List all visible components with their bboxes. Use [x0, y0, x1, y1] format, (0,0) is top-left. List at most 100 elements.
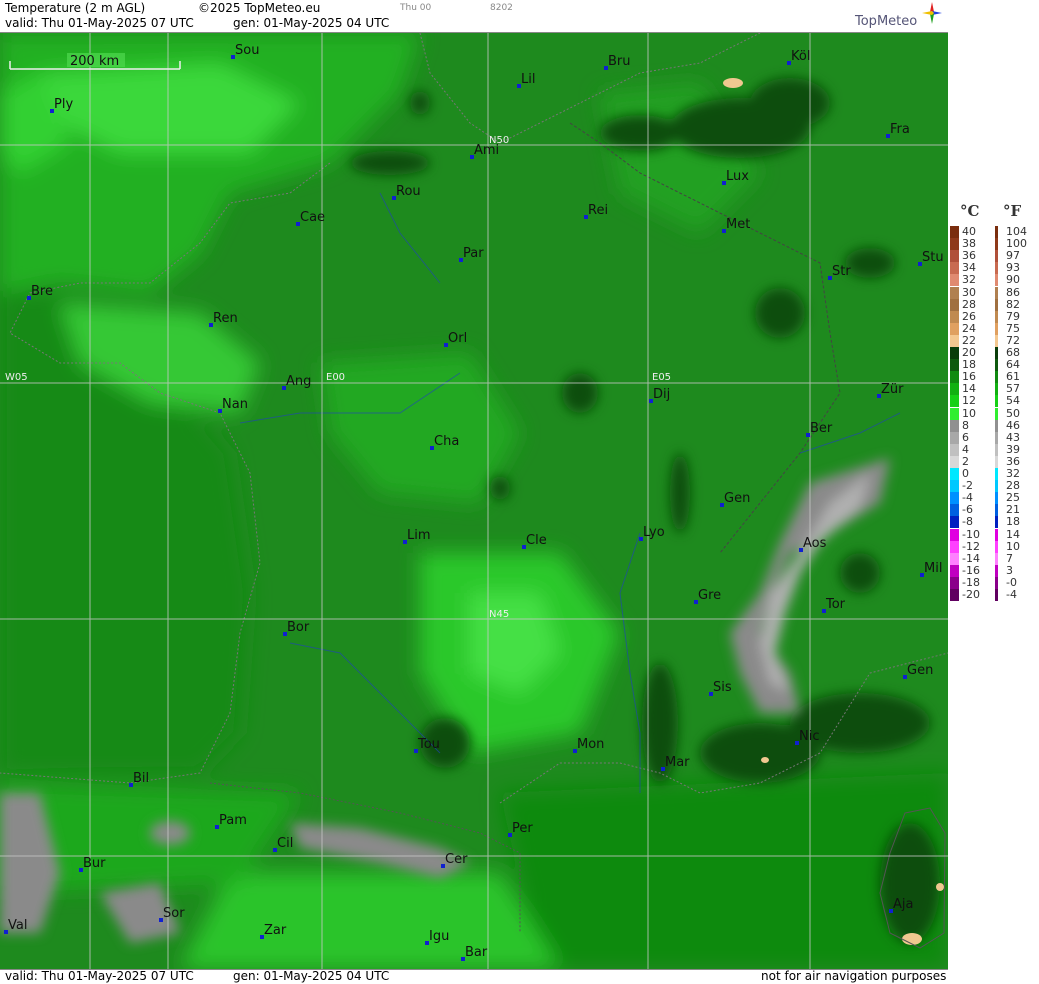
city-rei[interactable]: Rei: [584, 203, 608, 219]
city-sor[interactable]: Sor: [159, 906, 185, 922]
city-lim[interactable]: Lim: [403, 528, 431, 544]
city-ply[interactable]: Ply: [50, 97, 73, 113]
city-orl[interactable]: Orl: [444, 331, 467, 347]
city-mon[interactable]: Mon: [573, 737, 604, 753]
city-mil[interactable]: Mil: [920, 561, 942, 577]
city-kol[interactable]: Köl: [787, 49, 810, 65]
city-per[interactable]: Per: [508, 821, 533, 837]
svg-text:Bur: Bur: [83, 856, 106, 871]
disclaimer: not for air navigation purposes: [761, 969, 947, 983]
svg-text:Bil: Bil: [133, 771, 149, 786]
legend-swatch-f: [995, 577, 998, 589]
city-bru[interactable]: Bru: [604, 54, 631, 70]
svg-text:Stu: Stu: [922, 250, 944, 265]
city-sis[interactable]: Sis: [709, 680, 732, 696]
legend-label-fahrenheit: -4: [1006, 588, 1017, 601]
svg-text:Val: Val: [8, 918, 27, 933]
city-par[interactable]: Par: [459, 246, 484, 262]
city-cil[interactable]: Cil: [273, 836, 293, 852]
city-lyo[interactable]: Lyo: [639, 525, 665, 541]
legend-swatch-c: [950, 287, 959, 299]
legend-label-celsius: -8: [962, 515, 973, 528]
legend-swatch-c: [950, 250, 959, 262]
svg-text:Cha: Cha: [434, 434, 459, 449]
svg-text:Aos: Aos: [803, 536, 827, 551]
city-nan[interactable]: Nan: [218, 397, 248, 413]
city-val[interactable]: Val: [4, 918, 27, 934]
svg-text:Zür: Zür: [881, 382, 904, 397]
legend-swatch-f: [995, 323, 998, 335]
city-ami[interactable]: Ami: [470, 143, 499, 159]
svg-text:Cil: Cil: [277, 836, 293, 851]
map-title: Temperature (2 m AGL): [5, 1, 146, 15]
city-lux[interactable]: Lux: [722, 169, 749, 185]
city-bil[interactable]: Bil: [129, 771, 149, 787]
legend-swatch-c: [950, 553, 959, 565]
city-nic[interactable]: Nic: [795, 729, 819, 745]
legend-swatch-c: [950, 529, 959, 541]
run-code: 8202: [490, 3, 513, 13]
city-tou[interactable]: Tou: [414, 737, 440, 753]
city-aja[interactable]: Aja: [889, 897, 913, 913]
city-bor[interactable]: Bor: [283, 620, 310, 636]
city-bar[interactable]: Bar: [461, 945, 488, 961]
city-sou[interactable]: Sou: [231, 43, 259, 59]
city-igu[interactable]: Igu: [425, 929, 449, 945]
svg-text:Ang: Ang: [286, 374, 311, 389]
city-bre[interactable]: Bre: [27, 284, 53, 300]
footer-valid-time: valid: Thu 01-May-2025 07 UTC: [5, 969, 194, 983]
city-zar[interactable]: Zar: [260, 923, 287, 939]
city-fra[interactable]: Fra: [886, 122, 910, 138]
city-pam[interactable]: Pam: [215, 813, 247, 829]
city-cae[interactable]: Cae: [296, 210, 325, 226]
svg-text:Tor: Tor: [825, 597, 846, 612]
city-aos[interactable]: Aos: [799, 536, 827, 552]
legend-swatch-c: [950, 492, 959, 504]
svg-text:Pam: Pam: [219, 813, 247, 828]
svg-text:Sis: Sis: [713, 680, 732, 695]
city-tor[interactable]: Tor: [822, 597, 846, 613]
svg-text:Lyo: Lyo: [643, 525, 665, 540]
svg-text:Fra: Fra: [890, 122, 910, 137]
city-stu[interactable]: Stu: [918, 250, 944, 266]
temperature-legend: °C °F 40 104 38 100 36 97 34 93 32 90 30 86 28 82 26 79…: [948, 0, 1039, 983]
svg-text:Orl: Orl: [448, 331, 467, 346]
temperature-map[interactable]: W05 E00 E05 N50 N45 200 km Sou Ply Lil B…: [0, 33, 949, 969]
legend-swatch-f: [995, 444, 998, 456]
svg-text:Gen: Gen: [724, 491, 750, 506]
legend-swatch-f: [995, 299, 998, 311]
city-gre[interactable]: Gre: [694, 588, 721, 604]
svg-text:Ami: Ami: [474, 143, 499, 158]
legend-swatch-f: [995, 553, 998, 565]
svg-text:Mon: Mon: [577, 737, 604, 752]
city-ang[interactable]: Ang: [282, 374, 311, 390]
city-cha[interactable]: Cha: [430, 434, 459, 450]
legend-label-fahrenheit: 18: [1006, 515, 1020, 528]
legend-swatch-f: [995, 383, 998, 395]
legend-swatch-f: [995, 371, 998, 383]
legend-swatch-c: [950, 262, 959, 274]
city-gen2[interactable]: Gen: [903, 663, 933, 679]
city-zur[interactable]: Zür: [877, 382, 904, 398]
compass-logo-icon: [922, 2, 942, 24]
svg-text:Igu: Igu: [429, 929, 449, 944]
city-cer[interactable]: Cer: [441, 852, 468, 868]
city-mar[interactable]: Mar: [661, 755, 690, 771]
city-dij[interactable]: Dij: [649, 387, 670, 403]
legend-swatch-c: [950, 480, 959, 492]
city-met[interactable]: Met: [722, 217, 750, 233]
legend-label-celsius: 32: [962, 273, 976, 286]
city-str[interactable]: Str: [828, 264, 851, 280]
city-bur[interactable]: Bur: [79, 856, 106, 872]
legend-swatch-c: [950, 444, 959, 456]
svg-text:Nic: Nic: [799, 729, 819, 744]
city-rou[interactable]: Rou: [392, 184, 421, 200]
legend-label-fahrenheit: 54: [1006, 394, 1020, 407]
city-gen[interactable]: Gen: [720, 491, 750, 507]
city-cle[interactable]: Cle: [522, 533, 547, 549]
city-ren[interactable]: Ren: [209, 311, 238, 327]
city-ber[interactable]: Ber: [806, 421, 833, 437]
legend-swatch-c: [950, 577, 959, 589]
svg-text:Köl: Köl: [791, 49, 810, 64]
legend-swatch-f: [995, 262, 998, 274]
